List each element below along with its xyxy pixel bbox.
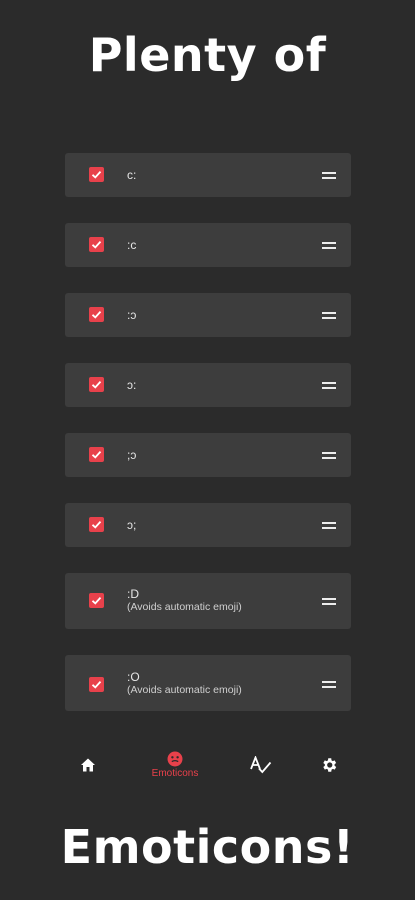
checkbox[interactable] [89,447,104,462]
check-icon [91,520,102,529]
list-item[interactable]: :O (Avoids automatic emoji) [65,655,351,711]
list-item[interactable]: :ɔ [65,293,351,337]
emoticon-label: ɔ; [127,518,137,532]
emoticon-label: c: [127,168,137,182]
drag-handle-icon[interactable] [322,452,336,459]
gear-icon [323,758,337,772]
nav-settings[interactable] [318,736,340,792]
emoticon-label: :D [127,587,139,601]
check-icon [91,680,102,689]
check-icon [91,170,102,179]
drag-handle-icon[interactable] [322,598,336,605]
drag-handle-icon[interactable] [322,382,336,389]
spellcheck-icon [250,756,272,774]
drag-handle-icon[interactable] [322,242,336,249]
headline-bottom: Emoticons! [60,820,355,874]
emoticon-label: :ɔ [127,308,137,322]
check-icon [91,450,102,459]
list-item[interactable]: :c [65,223,351,267]
checkbox[interactable] [89,677,104,692]
check-icon [91,240,102,249]
checkbox[interactable] [89,377,104,392]
drag-handle-icon[interactable] [322,312,336,319]
checkbox[interactable] [89,167,104,182]
headline-top: Plenty of [88,28,327,82]
drag-handle-icon[interactable] [322,681,336,688]
checkbox[interactable] [89,237,104,252]
bottom-navigation: Emoticons [60,736,355,792]
emoticon-label: :O [127,670,140,684]
checkbox[interactable] [89,517,104,532]
check-icon [91,596,102,605]
list-item[interactable]: c: [65,153,351,197]
emoticon-label: ɔ: [127,378,137,392]
list-item[interactable]: ɔ; [65,503,351,547]
check-icon [91,310,102,319]
list-item[interactable]: :D (Avoids automatic emoji) [65,573,351,629]
list-item[interactable]: ɔ: [65,363,351,407]
list-item[interactable]: ;ɔ [65,433,351,477]
emoticon-note: (Avoids automatic emoji) [127,601,242,613]
emoticon-face-icon [167,751,183,767]
nav-emoticons[interactable]: Emoticons [140,736,210,792]
checkbox[interactable] [89,593,104,608]
checkbox[interactable] [89,307,104,322]
nav-home[interactable] [76,736,100,792]
drag-handle-icon[interactable] [322,522,336,529]
emoticon-label: :c [127,238,137,252]
emoticon-note: (Avoids automatic emoji) [127,684,242,696]
nav-spellcheck[interactable] [248,736,274,792]
nav-emoticons-label: Emoticons [151,768,199,779]
drag-handle-icon[interactable] [322,172,336,179]
check-icon [91,380,102,389]
emoticon-label: ;ɔ [127,448,137,462]
home-icon [81,758,95,772]
